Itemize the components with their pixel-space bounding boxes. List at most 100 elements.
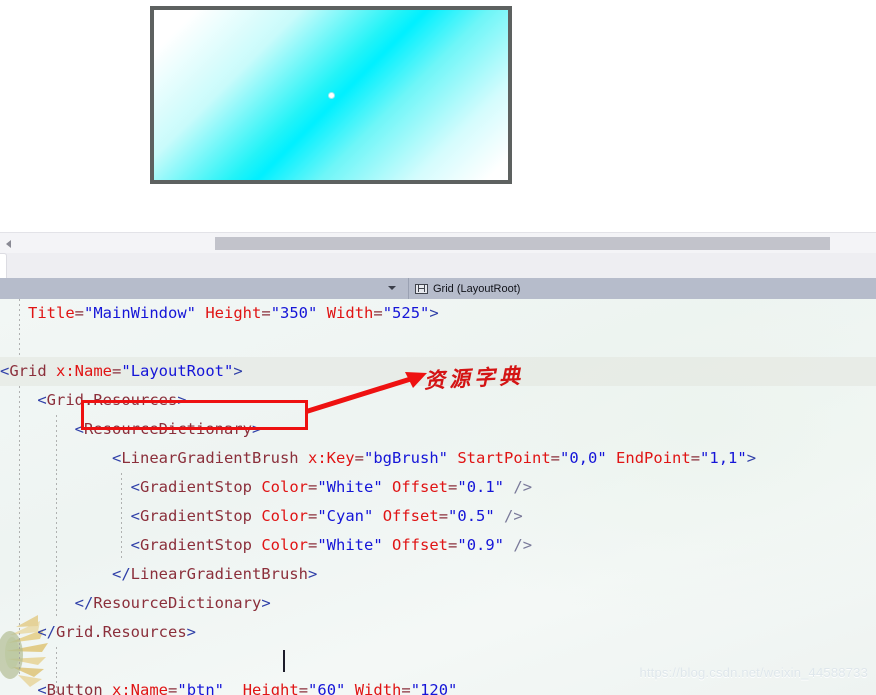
preview-center-dot <box>329 93 334 98</box>
code-line[interactable]: </Grid.Resources> <box>0 618 876 647</box>
code-token: = <box>401 681 411 695</box>
indent-guide <box>120 473 122 502</box>
code-line[interactable] <box>0 647 876 676</box>
code-token: > <box>307 565 318 583</box>
indent-guide <box>55 473 57 502</box>
code-line[interactable]: <GradientStop Color="Cyan" Offset="0.5" … <box>0 502 876 531</box>
context-element-dropdown[interactable]: Grid (LayoutRoot) <box>409 278 876 299</box>
code-token: > <box>233 362 243 380</box>
indent-guide <box>55 502 57 531</box>
code-token: Grid.Resources <box>46 391 178 409</box>
code-line[interactable]: <Button x:Name="btn" Height="60" Width="… <box>0 676 876 695</box>
code-line[interactable]: </LinearGradientBrush> <box>0 560 876 589</box>
code-token: </ <box>37 623 56 641</box>
code-token: Offset <box>382 507 439 525</box>
code-token: < <box>130 478 140 496</box>
code-token: LinearGradientBrush <box>121 449 299 467</box>
code-token: < <box>130 507 140 525</box>
code-token: = <box>261 304 271 322</box>
chevron-down-icon[interactable] <box>388 286 396 290</box>
code-token: "0.9" <box>457 536 505 554</box>
code-token: x:Name <box>112 681 169 695</box>
horizontal-scrollbar-thumb[interactable] <box>215 237 830 250</box>
code-token: Height <box>205 304 262 322</box>
code-token: > <box>177 391 187 409</box>
code-token: ResourceDictionary <box>84 420 252 438</box>
code-token: = <box>448 478 458 496</box>
code-token: "0.5" <box>448 507 495 525</box>
xaml-code-editor[interactable]: Title="MainWindow" Height="350" Width="5… <box>0 299 876 695</box>
code-token: Color <box>261 536 308 554</box>
code-lines[interactable]: Title="MainWindow" Height="350" Width="5… <box>0 299 876 695</box>
code-token: = <box>448 536 458 554</box>
code-token: "btn" <box>177 681 225 695</box>
code-token: = <box>354 449 364 467</box>
code-token: </ <box>111 565 131 583</box>
indent-guide <box>18 618 20 647</box>
indent-guide <box>18 647 20 676</box>
code-token: < <box>37 681 47 695</box>
code-line[interactable]: </ResourceDictionary> <box>0 589 876 618</box>
indent-guide <box>55 560 57 589</box>
code-token: /> <box>513 536 533 554</box>
gradient-button-preview[interactable] <box>150 6 512 184</box>
code-token: Color <box>261 478 308 496</box>
code-token: "0.1" <box>457 478 505 496</box>
code-token: "1,1" <box>700 449 747 467</box>
indent-guide <box>18 473 20 502</box>
code-token: "MainWindow" <box>84 304 196 322</box>
code-token: Offset <box>392 536 449 554</box>
code-token: "White" <box>317 536 383 554</box>
code-token: "Cyan" <box>317 507 374 525</box>
code-token: = <box>690 449 701 467</box>
indent-guide <box>55 444 57 473</box>
code-token: GradientStop <box>140 478 252 496</box>
code-token: > <box>251 420 262 438</box>
code-token: GradientStop <box>140 536 252 554</box>
code-line[interactable]: <ResourceDictionary> <box>0 415 876 444</box>
editor-tab-strip: ML <box>0 253 876 279</box>
code-token: = <box>308 536 318 554</box>
tab-xaml[interactable]: ML <box>0 253 8 278</box>
text-cursor <box>283 650 285 672</box>
indent-guide <box>18 299 20 328</box>
triangle-left-icon[interactable] <box>0 233 17 254</box>
indent-guide <box>18 444 20 473</box>
indent-guide <box>55 676 57 695</box>
code-token: = <box>168 681 178 695</box>
code-token: = <box>112 362 122 380</box>
code-token: Color <box>261 507 308 525</box>
code-line[interactable]: Title="MainWindow" Height="350" Width="5… <box>0 299 876 328</box>
code-token: < <box>74 420 84 438</box>
code-line[interactable]: <GradientStop Color="White" Offset="0.1"… <box>0 473 876 502</box>
code-token: Width <box>326 304 374 322</box>
code-token: Width <box>354 681 402 695</box>
indent-guide <box>55 589 57 618</box>
code-line[interactable] <box>0 328 876 357</box>
code-token: < <box>37 391 47 409</box>
code-token: "White" <box>317 478 383 496</box>
code-line[interactable]: <GradientStop Color="White" Offset="0.9"… <box>0 531 876 560</box>
code-token: "LayoutRoot" <box>121 362 234 380</box>
code-token: Height <box>242 681 299 695</box>
context-scope-dropdown[interactable] <box>0 278 408 299</box>
horizontal-scrollbar[interactable] <box>0 232 876 254</box>
code-token: Grid <box>9 362 47 380</box>
code-token: = <box>373 304 383 322</box>
code-line[interactable]: <LinearGradientBrush x:Key="bgBrush" Sta… <box>0 444 876 473</box>
